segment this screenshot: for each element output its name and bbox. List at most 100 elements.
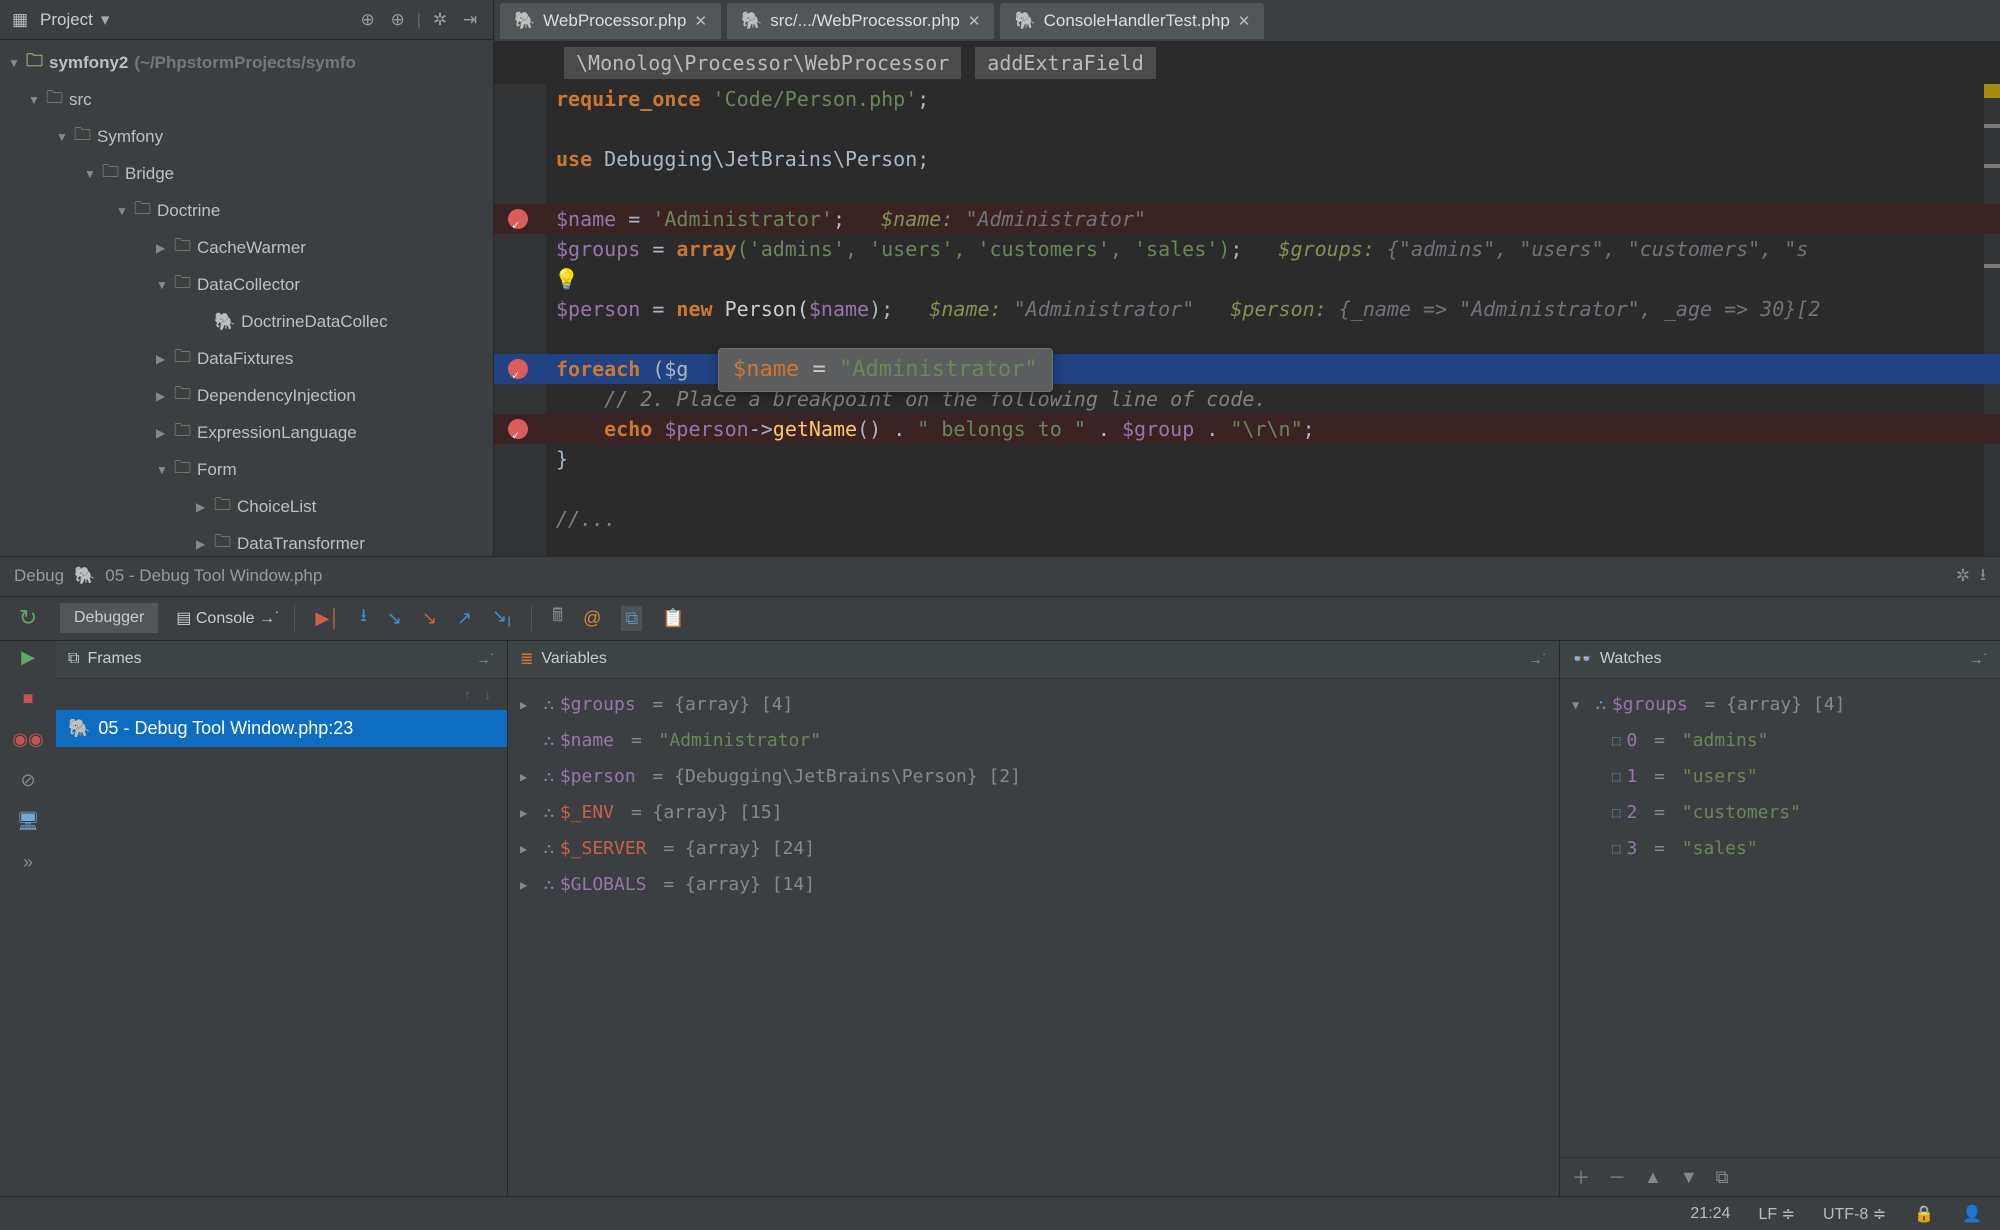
php-file-icon: 🐘 xyxy=(741,11,762,31)
watches-panel: 👓 Watches →˙ ▼⛬$groups = {array} [4]⬚0 =… xyxy=(1560,641,2000,1197)
variable-name: $_ENV xyxy=(560,795,614,831)
code-token: echo xyxy=(604,417,652,441)
tree-item[interactable]: ▼🗀Bridge xyxy=(0,155,493,192)
breakpoint-icon[interactable] xyxy=(508,209,528,229)
inline-hint: "Administrator" xyxy=(1014,297,1195,321)
toggle-watches-icon[interactable]: @ xyxy=(583,608,601,629)
hide-icon[interactable]: ⇥ xyxy=(459,10,481,30)
tree-item[interactable]: ▼🗀src xyxy=(0,81,493,118)
tree-item[interactable]: ▼🗀Doctrine xyxy=(0,192,493,229)
hector-icon[interactable]: 👤 xyxy=(1962,1204,1982,1224)
view-breakpoints-icon[interactable]: ◉◉ xyxy=(12,729,43,750)
variable-row[interactable]: ▶⛬$_ENV = {array} [15] xyxy=(520,795,1547,831)
more-icon[interactable]: » xyxy=(23,852,33,873)
breadcrumb-item[interactable]: addExtraField xyxy=(975,47,1156,79)
caret-position[interactable]: 21:24 xyxy=(1690,1205,1730,1223)
hide-panel-icon[interactable]: →˙ xyxy=(476,651,495,667)
tree-item[interactable]: ▶🗀CacheWarmer xyxy=(0,229,493,266)
variable-row[interactable]: ▶⛬$groups = {array} [4] xyxy=(520,687,1547,723)
line-separator[interactable]: LF ≑ xyxy=(1758,1204,1795,1224)
variable-row[interactable]: ⛬$name = "Administrator" xyxy=(520,723,1547,759)
force-step-into-icon[interactable]: ↘ xyxy=(422,608,437,629)
watch-child-row[interactable]: ⬚2 = "customers" xyxy=(1572,795,1988,831)
tree-item[interactable]: ▶🗀DependencyInjection xyxy=(0,377,493,414)
gear-icon[interactable]: ✲ xyxy=(1956,566,1970,586)
watch-child-row[interactable]: ⬚3 = "sales" xyxy=(1572,831,1988,867)
tree-item[interactable]: ▶🗀ExpressionLanguage xyxy=(0,414,493,451)
frame-next-icon[interactable]: ↓ xyxy=(485,687,492,702)
close-icon[interactable]: ✕ xyxy=(968,12,981,30)
tree-item[interactable]: ▼🗀Symfony xyxy=(0,118,493,155)
watches-icon: 👓 xyxy=(1572,649,1592,669)
tree-item[interactable]: 🐘DoctrineDataCollec xyxy=(0,303,493,340)
watch-row[interactable]: ▼⛬$groups = {array} [4] xyxy=(1572,687,1988,723)
duplicate-watch-icon[interactable]: ⧉ xyxy=(1716,1167,1729,1188)
breakpoint-icon[interactable] xyxy=(508,419,528,439)
editor-tab[interactable]: 🐘WebProcessor.php✕ xyxy=(500,3,721,39)
frame-label: 05 - Debug Tool Window.php:23 xyxy=(98,718,353,739)
file-encoding[interactable]: UTF-8 ≑ xyxy=(1823,1204,1886,1224)
intention-bulb-icon[interactable]: 💡 xyxy=(554,264,579,294)
watch-child-row[interactable]: ⬚0 = "admins" xyxy=(1572,723,1988,759)
variable-row[interactable]: ▶⛬$_SERVER = {array} [24] xyxy=(520,831,1547,867)
code-token: $person xyxy=(556,297,640,321)
variable-icon: ⛬ xyxy=(544,759,554,795)
readonly-lock-icon[interactable]: 🔒 xyxy=(1914,1204,1934,1224)
tree-item[interactable]: ▼🗀DataCollector xyxy=(0,266,493,303)
breadcrumb-item[interactable]: \Monolog\Processor\WebProcessor xyxy=(564,47,961,79)
project-view-selector[interactable]: ▾ xyxy=(101,10,110,30)
download-icon[interactable]: ⭳ xyxy=(1980,562,1986,591)
variable-row[interactable]: ▶⛬$GLOBALS = {array} [14] xyxy=(520,867,1547,903)
restore-layout-icon[interactable]: 📋 xyxy=(662,608,684,629)
thread-dump-icon[interactable]: 🖥 xyxy=(17,811,40,832)
breakpoint-icon[interactable] xyxy=(508,359,528,379)
settings-icon[interactable]: ✲ xyxy=(429,10,451,30)
rerun-icon[interactable]: ↻ xyxy=(19,605,37,631)
move-down-icon[interactable]: ▼ xyxy=(1680,1167,1698,1188)
inline-hint: $person: xyxy=(1230,297,1326,321)
tree-item[interactable]: ▶🗀ChoiceList xyxy=(0,488,493,525)
variable-icon: ⛬ xyxy=(544,687,554,723)
tree-root[interactable]: ▼🗀 symfony2 (~/PhpstormProjects/symfo xyxy=(0,44,493,81)
variable-row[interactable]: ▶⛬$person = {Debugging\JetBrains\Person}… xyxy=(520,759,1547,795)
tree-item-label: DoctrineDataCollec xyxy=(241,312,387,332)
variable-icon: ⛬ xyxy=(544,867,554,903)
evaluate-expression-icon[interactable]: 🖩 xyxy=(552,603,563,633)
code-fold[interactable]: //... xyxy=(556,507,616,531)
add-watch-icon[interactable]: ＋ xyxy=(1572,1164,1590,1190)
tree-item[interactable]: ▶🗀DataFixtures xyxy=(0,340,493,377)
step-over-icon[interactable]: ⭳ xyxy=(360,603,366,633)
mute-breakpoints-icon[interactable]: ⊘ xyxy=(20,770,35,791)
resume-icon[interactable]: ▶ xyxy=(21,647,35,668)
stop-icon[interactable]: ■ xyxy=(23,688,34,709)
step-out-icon[interactable]: ↗ xyxy=(457,608,472,629)
remove-watch-icon[interactable]: － xyxy=(1608,1164,1626,1190)
code-token: $groups xyxy=(556,237,640,261)
close-icon[interactable]: ✕ xyxy=(695,12,708,30)
run-to-cursor-icon[interactable]: ↘I xyxy=(492,606,511,631)
hide-panel-icon[interactable]: →˙ xyxy=(1528,651,1547,667)
step-into-icon[interactable]: ↘ xyxy=(387,608,402,629)
code-token: . xyxy=(1086,417,1122,441)
php-file-icon: 🐘 xyxy=(68,718,90,739)
hide-panel-icon[interactable]: →˙ xyxy=(1969,651,1988,667)
tab-debugger[interactable]: Debugger xyxy=(60,603,158,633)
frame-row[interactable]: 🐘 05 - Debug Tool Window.php:23 xyxy=(56,710,507,747)
editor-tab[interactable]: 🐘src/.../WebProcessor.php✕ xyxy=(727,3,994,39)
show-execution-point-icon[interactable]: ▶│ xyxy=(315,608,340,629)
tab-console[interactable]: ▤ Console →˙ xyxy=(162,602,294,634)
autoscroll-to-source-icon[interactable]: ⊕ xyxy=(357,10,379,30)
autoscroll-from-source-icon[interactable]: ⊕ xyxy=(387,10,409,30)
inline-hint: $groups: xyxy=(1279,237,1375,261)
code-editor[interactable]: require_once 'Code/Person.php'; use Debu… xyxy=(494,84,2000,556)
move-up-icon[interactable]: ▲ xyxy=(1644,1167,1662,1188)
layout-settings-icon[interactable]: ⧉ xyxy=(621,606,642,631)
frame-prev-icon[interactable]: ↑ xyxy=(464,687,471,702)
watch-child-row[interactable]: ⬚1 = "users" xyxy=(1572,759,1988,795)
variable-name: $person xyxy=(560,759,636,795)
editor-tab[interactable]: 🐘ConsoleHandlerTest.php✕ xyxy=(1000,3,1264,39)
close-icon[interactable]: ✕ xyxy=(1238,12,1251,30)
project-tree[interactable]: ▼🗀 symfony2 (~/PhpstormProjects/symfo ▼🗀… xyxy=(0,40,493,556)
tree-item[interactable]: ▼🗀Form xyxy=(0,451,493,488)
tree-item[interactable]: ▶🗀DataTransformer xyxy=(0,525,493,556)
